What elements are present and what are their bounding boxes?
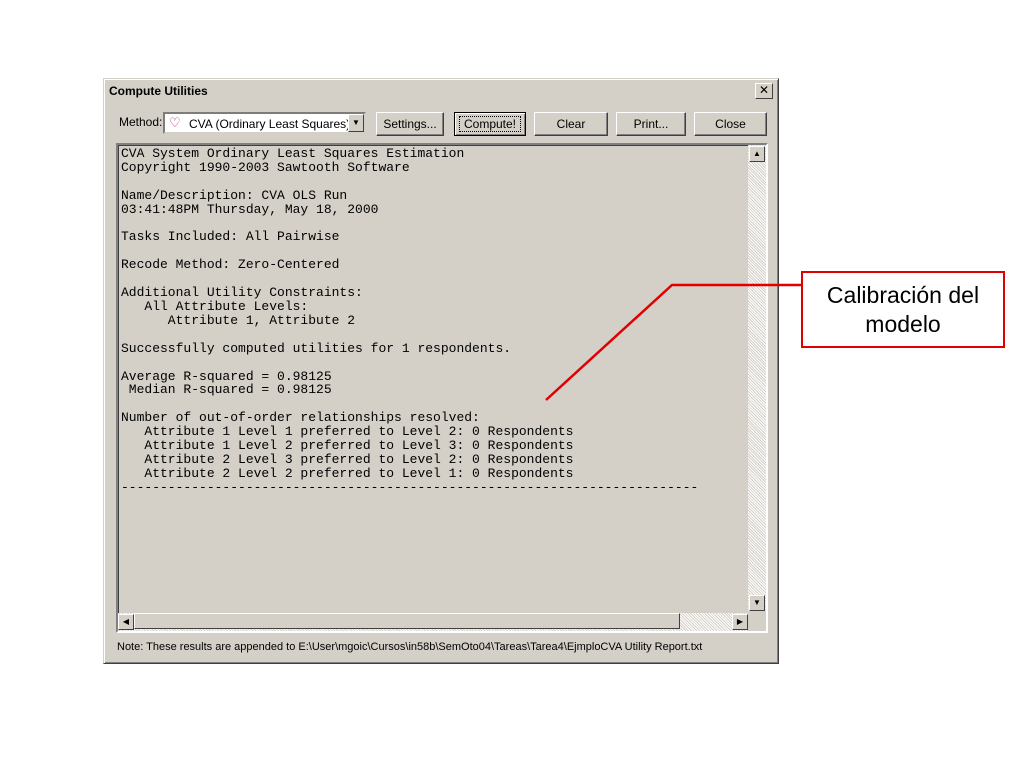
callout-line-2: modelo (865, 311, 941, 337)
callout-line-1: Calibración del (826, 282, 980, 308)
callout-leader-line (545, 283, 801, 401)
callout-box: Calibración del modelo (801, 271, 1005, 348)
